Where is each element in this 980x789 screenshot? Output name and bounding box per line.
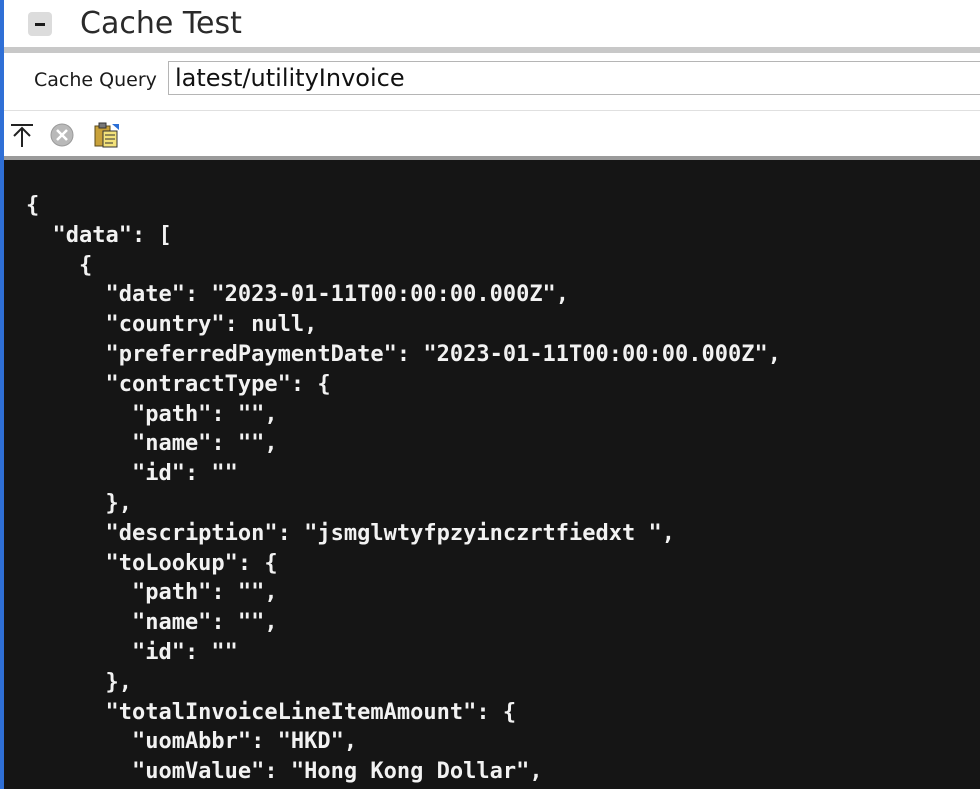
code-line: "name": "", xyxy=(26,610,278,636)
code-line: "uomValue": "Hong Kong Dollar", xyxy=(26,759,543,785)
minus-icon[interactable] xyxy=(28,12,52,36)
clipboard-paste-icon[interactable] xyxy=(92,121,120,149)
code-line: "uomAbbr": "HKD", xyxy=(26,729,358,755)
cache-test-panel: Cache Test Cache Query latest/utilityInv… xyxy=(0,0,980,789)
panel-title: Cache Test xyxy=(80,6,242,41)
code-line: }, xyxy=(26,491,132,516)
code-line: "country": null, xyxy=(26,312,318,338)
code-line: "path": "", xyxy=(26,401,278,427)
code-line: }, xyxy=(26,669,132,695)
toolbar xyxy=(4,110,980,157)
cache-query-input[interactable] xyxy=(168,61,980,95)
minus-bar xyxy=(35,23,45,26)
code-line: "id": "" xyxy=(26,640,238,665)
code-line: "contractType": { xyxy=(26,371,331,397)
code-line: "id": "" xyxy=(26,461,238,487)
code-line: "date": "2023-01-11T00:00:00.000Z", xyxy=(26,282,570,308)
code-line: "preferredPaymentDate": "2023-01-11T00:0… xyxy=(26,342,781,367)
code-line: { xyxy=(26,193,40,218)
json-result-editor[interactable]: { "data": [ { "date": "2023-01-11T00:00:… xyxy=(4,160,980,789)
code-line: "path": "", xyxy=(26,580,278,606)
upload-arrow-icon[interactable] xyxy=(8,121,36,149)
cancel-circle-icon[interactable] xyxy=(48,121,76,149)
query-row: Cache Query xyxy=(4,53,980,107)
code-line: "totalInvoiceLineItemAmount": { xyxy=(26,699,517,725)
code-line: { xyxy=(26,252,93,278)
code-line: "toLookup": { xyxy=(26,550,278,576)
title-bar: Cache Test xyxy=(4,0,980,48)
code-line: "data": [ xyxy=(26,222,172,248)
code-line: "name": "", xyxy=(26,431,278,457)
code-line: "description": "jsmglwtyfpzyinczrtfiedxt… xyxy=(26,520,676,546)
cache-query-label: Cache Query xyxy=(34,69,157,91)
